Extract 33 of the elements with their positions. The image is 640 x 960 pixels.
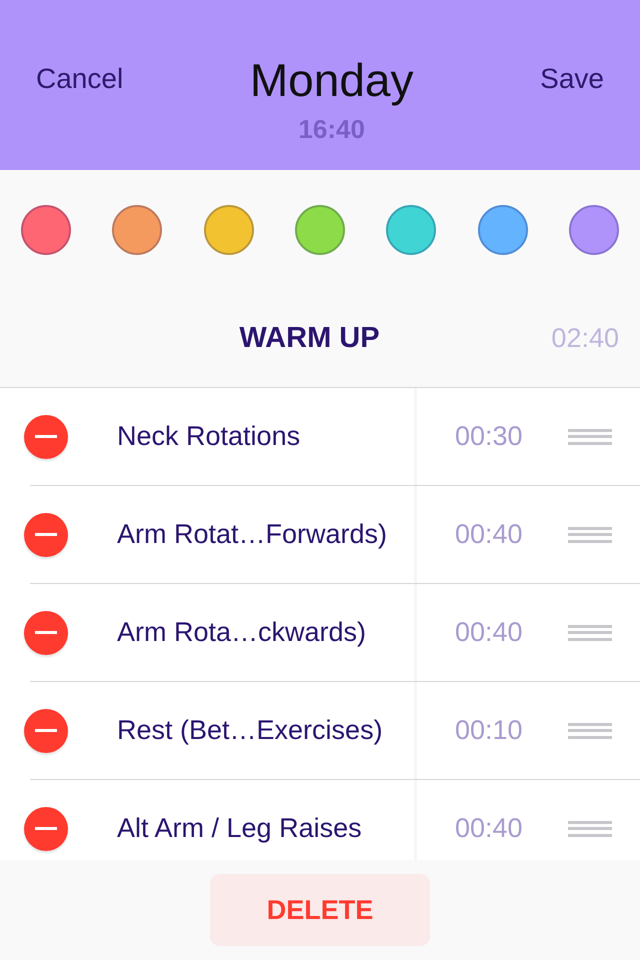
exercise-name: Rest (Bet…Exercises) [117, 715, 384, 746]
exercise-duration: 00:40 [455, 813, 524, 844]
exercise-name: Arm Rota…ckwards) [117, 617, 368, 648]
section-duration: 02:40 [550, 323, 619, 354]
color-swatch[interactable] [294, 205, 345, 255]
cancel-button[interactable]: Cancel [36, 63, 124, 95]
exercise-name: Neck Rotations [117, 421, 302, 452]
exercise-duration: 00:10 [455, 715, 524, 746]
color-swatch[interactable] [478, 205, 528, 255]
drag-handle-icon[interactable] [568, 722, 612, 738]
remove-icon[interactable] [24, 512, 68, 556]
drag-handle-icon[interactable] [568, 624, 612, 640]
remove-icon[interactable] [24, 806, 68, 850]
day-title: Monday [250, 54, 414, 106]
exercise-duration: 00:40 [455, 617, 524, 648]
delete-button[interactable]: DELETE [210, 874, 430, 946]
exercise-name: Alt Arm / Leg Raises [117, 813, 363, 844]
color-swatch[interactable] [386, 205, 436, 255]
exercise-name: Arm Rotat…Forwards) [117, 519, 388, 550]
remove-icon[interactable] [24, 708, 68, 752]
drag-handle-icon[interactable] [568, 526, 612, 542]
drag-handle-icon[interactable] [568, 428, 612, 444]
exercise-duration: 00:40 [455, 519, 524, 550]
color-swatch[interactable] [112, 205, 162, 255]
color-swatch[interactable] [21, 205, 71, 255]
color-swatch[interactable] [568, 205, 619, 255]
remove-icon[interactable] [24, 414, 68, 458]
drag-handle-icon[interactable] [568, 820, 612, 836]
save-button[interactable]: Save [540, 63, 604, 95]
remove-icon[interactable] [24, 610, 68, 654]
exercise-duration: 00:30 [455, 421, 524, 452]
section-title: WARM UP [238, 322, 381, 355]
color-swatch[interactable] [204, 205, 254, 255]
